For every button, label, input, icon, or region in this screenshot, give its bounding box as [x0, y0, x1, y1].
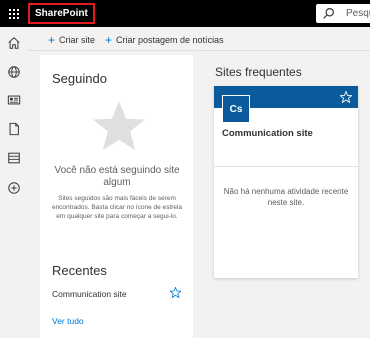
following-panel: Seguindo Você não está seguindo site alg…: [40, 55, 193, 338]
search-placeholder: Pesqu: [346, 8, 370, 19]
add-icon[interactable]: [7, 181, 21, 195]
create-news-label: Criar postagem de notícias: [116, 35, 224, 45]
create-news-button[interactable]: + Criar postagem de notícias: [105, 32, 224, 47]
divider: [214, 166, 358, 167]
site-logo: Cs: [222, 95, 250, 123]
create-site-label: Criar site: [59, 35, 96, 45]
following-heading: Seguindo: [52, 71, 107, 86]
app-launcher-button[interactable]: [0, 0, 27, 27]
site-card-activity: Não há nenhuma atividade recente neste s…: [223, 187, 349, 207]
file-icon[interactable]: [7, 122, 21, 136]
left-nav-rail: [0, 27, 28, 338]
waffle-icon: [8, 8, 19, 19]
following-empty-title: Você não está seguindo site algum: [54, 165, 180, 188]
home-icon[interactable]: [7, 36, 21, 50]
sharepoint-brand-link[interactable]: SharePoint: [28, 3, 95, 24]
see-all-link[interactable]: Ver tudo: [52, 316, 84, 326]
follow-star-icon[interactable]: [340, 91, 352, 103]
plus-icon: +: [48, 33, 56, 47]
command-bar: + Criar site + Criar postagem de notícias: [28, 27, 370, 51]
site-card-title[interactable]: Communication site: [222, 128, 313, 139]
search-icon: [323, 8, 334, 19]
star-placeholder-icon: [93, 101, 145, 151]
list-icon[interactable]: [7, 151, 21, 165]
search-box[interactable]: Pesqu: [316, 4, 370, 23]
suite-bar: SharePoint Pesqu: [0, 0, 370, 27]
globe-icon[interactable]: [7, 65, 21, 79]
recent-item-communication-site[interactable]: Communication site: [52, 289, 127, 299]
following-empty-description: Sites seguidos são mais fáceis de serem …: [51, 195, 183, 220]
news-icon[interactable]: [7, 93, 21, 107]
site-card-communication-site[interactable]: Cs Communication site Não há nenhuma ati…: [214, 86, 358, 278]
follow-star-icon[interactable]: [170, 287, 181, 298]
plus-icon: +: [105, 33, 113, 47]
frequent-sites-heading: Sites frequentes: [215, 65, 302, 79]
recent-heading: Recentes: [52, 263, 107, 278]
create-site-button[interactable]: + Criar site: [48, 32, 95, 47]
